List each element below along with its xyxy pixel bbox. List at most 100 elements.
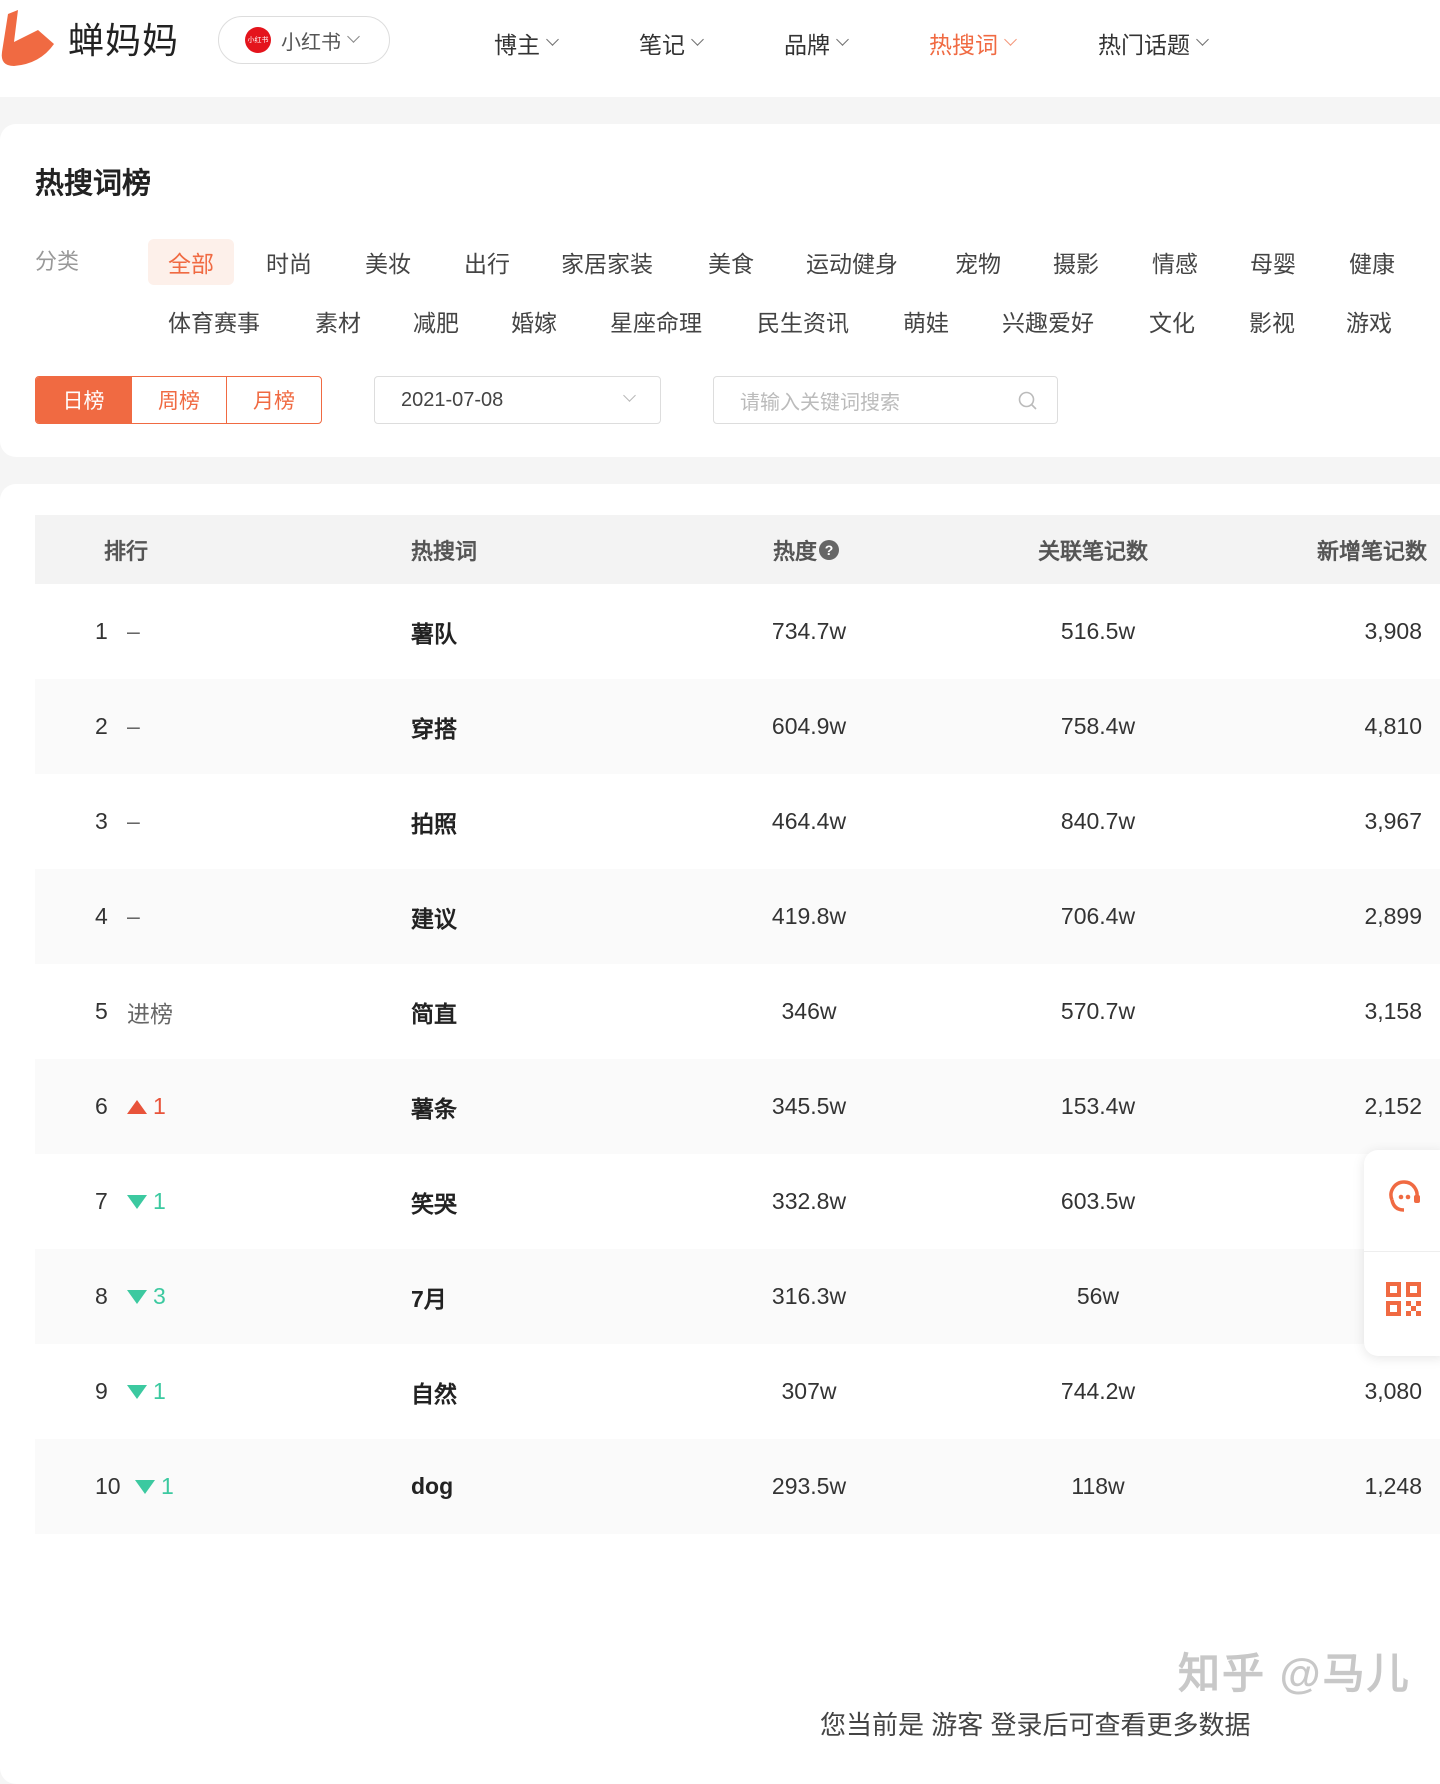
chevron-down-icon [691,32,704,46]
logo[interactable]: 蝉妈妈 [0,8,179,68]
keyword[interactable]: 薯队 [411,584,457,679]
rank: 4 [95,903,108,929]
menu-bloggers[interactable]: 博主 [494,26,559,60]
table-row[interactable]: 10 1 dog 293.5w 118w 1,248 [35,1439,1440,1534]
related-notes: 840.7w [1060,808,1136,834]
category-5-categories_row1[interactable]: 美食 [688,239,774,285]
table-row[interactable]: 9 1 自然 307w 744.2w 3,080 [35,1344,1440,1439]
page-title: 热搜词榜 [35,168,152,200]
help-icon[interactable]: ? [819,539,840,560]
category-6-categories_row1[interactable]: 运动健身 [786,239,918,285]
heat: 464.4w [771,808,847,834]
tab-daily[interactable]: 日榜 [36,377,131,423]
qr-code-icon[interactable] [1386,1282,1422,1316]
keyword[interactable]: 自然 [411,1344,457,1439]
header-rank: 排行 [104,538,149,564]
category-10-categories_row1[interactable]: 母婴 [1230,239,1316,285]
platform-label: 小红书 [281,31,341,54]
related-notes: 516.5w [1060,618,1136,644]
rank-trend: – [127,869,140,964]
category-10-categories_row2[interactable]: 游戏 [1326,298,1412,344]
category-4-categories_row1[interactable]: 家居家装 [541,239,673,285]
heat: 419.8w [771,903,847,929]
menu-notes[interactable]: 笔记 [639,26,704,60]
table-row[interactable]: 6 1 薯条 345.5w 153.4w 2,152 [35,1059,1440,1154]
category-0-categories_row2[interactable]: 体育赛事 [148,298,280,344]
heat: 604.9w [771,713,847,739]
new-notes: 3,967 [1364,808,1422,834]
heat: 307w [781,1378,837,1404]
category-7-categories_row2[interactable]: 兴趣爱好 [982,298,1114,344]
related-notes: 758.4w [1060,713,1136,739]
date-picker[interactable]: 2021-07-08 [374,376,661,424]
rank-trend: 1 [127,1059,166,1154]
heat: 332.8w [771,1188,847,1214]
table-row[interactable]: 2– 穿搭 604.9w 758.4w 4,810 [35,679,1440,774]
table-row[interactable]: 7 1 笑哭 332.8w 603.5w [35,1154,1440,1249]
rank-change: 1 [153,1093,166,1119]
search-icon[interactable] [1017,390,1039,412]
search-input[interactable]: 请输入关键词搜索 [713,376,1058,424]
chevron-down-icon [347,29,360,43]
brand-name: 蝉妈妈 [68,20,180,61]
menu-brands[interactable]: 品牌 [784,26,849,60]
category-8-categories_row1[interactable]: 摄影 [1033,239,1119,285]
logo-icon [1,10,54,66]
menu-label: 品牌 [784,32,830,58]
category-1-categories_row2[interactable]: 素材 [295,298,381,344]
table-header: 排行 热搜词 热度? 关联笔记数 新增笔记数 [35,515,1440,584]
trend-down-icon [135,1479,155,1494]
table-row[interactable]: 3– 拍照 464.4w 840.7w 3,967 [35,774,1440,869]
menu-hot-topics[interactable]: 热门话题 [1098,26,1209,60]
keyword[interactable]: 7月 [411,1249,447,1344]
category-11-categories_row1[interactable]: 健康 [1329,239,1415,285]
trend-up-icon [127,1099,147,1114]
header-keyword: 热搜词 [411,538,478,564]
chevron-down-icon [1196,32,1209,46]
category-9-categories_row1[interactable]: 情感 [1132,239,1218,285]
category-4-categories_row2[interactable]: 星座命理 [590,298,722,344]
category-7-categories_row1[interactable]: 宠物 [935,239,1021,285]
keyword[interactable]: 笑哭 [411,1154,457,1249]
related-notes: 706.4w [1060,903,1136,929]
category-9-categories_row2[interactable]: 影视 [1229,298,1315,344]
category-1-categories_row1[interactable]: 时尚 [246,239,332,285]
table-row[interactable]: 5 进榜 简直 346w 570.7w 3,158 [35,964,1440,1059]
keyword[interactable]: 拍照 [411,774,457,869]
category-5-categories_row2[interactable]: 民生资讯 [737,298,869,344]
menu-label: 热门话题 [1098,32,1190,58]
keyword[interactable]: 薯条 [411,1059,457,1154]
heat: 346w [781,998,837,1024]
tab-monthly[interactable]: 月榜 [226,377,321,423]
trend-down-icon [127,1194,147,1209]
tab-weekly[interactable]: 周榜 [131,377,226,423]
header-heat: 热度? [773,515,840,584]
category-3-categories_row2[interactable]: 婚嫁 [491,298,577,344]
related-notes: 56w [1076,1283,1120,1309]
rank-change: 3 [153,1283,166,1309]
category-2-categories_row2[interactable]: 减肥 [393,298,479,344]
table-row[interactable]: 1– 薯队 734.7w 516.5w 3,908 [35,584,1440,679]
category-2-categories_row1[interactable]: 美妆 [345,239,431,285]
menu-hot-search[interactable]: 热搜词 [929,26,1017,60]
rank: 1 [95,618,108,644]
platform-selector[interactable]: 小红书 小红书 [218,16,390,64]
category-0-categories_row1[interactable]: 全部 [148,239,234,285]
table-row[interactable]: 8 3 7月 316.3w 56w [35,1249,1440,1344]
category-3-categories_row1[interactable]: 出行 [444,239,530,285]
category-6-categories_row2[interactable]: 萌娃 [883,298,969,344]
new-notes: 2,899 [1364,903,1422,929]
rank-trend: 1 [127,1154,166,1249]
date-value: 2021-07-08 [401,388,504,411]
new-notes: 3,908 [1364,618,1422,644]
keyword[interactable]: dog [411,1439,453,1534]
keyword[interactable]: 简直 [411,964,457,1059]
rank-change: 1 [153,1188,166,1214]
table-row[interactable]: 4– 建议 419.8w 706.4w 2,899 [35,869,1440,964]
keyword[interactable]: 穿搭 [411,679,457,774]
related-notes: 153.4w [1060,1093,1136,1119]
category-8-categories_row2[interactable]: 文化 [1129,298,1215,344]
customer-service-icon[interactable] [1386,1180,1422,1214]
keyword[interactable]: 建议 [411,869,457,964]
ranking-table: 排行 热搜词 热度? 关联笔记数 新增笔记数 1– 薯队 734.7w 516.5w 3… [0,484,1440,1784]
